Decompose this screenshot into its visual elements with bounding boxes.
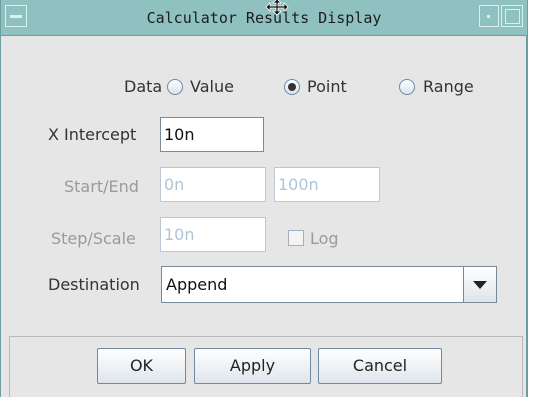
radio-value[interactable] [167,79,183,95]
end-input[interactable]: 100n [274,167,380,202]
move-cursor-icon [265,0,289,16]
radio-range-label[interactable]: Range [423,77,474,96]
data-label: Data [124,77,163,96]
step-input[interactable]: 10n [160,217,266,252]
title-bar[interactable]: Calculator Results Display [1,0,527,36]
cancel-button[interactable]: Cancel [318,348,442,384]
destination-select[interactable]: Append [161,266,497,303]
step-scale-label: Step/Scale [51,229,136,248]
radio-point[interactable] [284,79,300,95]
log-checkbox[interactable] [288,230,304,246]
radio-value-label[interactable]: Value [190,77,234,96]
x-intercept-label: X Intercept [48,125,137,144]
destination-selected-value: Append [166,275,228,294]
destination-label: Destination [48,275,140,294]
dialog-window: Calculator Results Display Data Value Po… [0,0,528,397]
radio-point-label[interactable]: Point [307,77,347,96]
ok-button[interactable]: OK [97,348,186,384]
log-label: Log [310,229,339,248]
window-title: Calculator Results Display [146,9,382,27]
start-end-label: Start/End [64,177,139,196]
maximize-icon[interactable] [501,5,523,27]
minimize-icon[interactable] [479,5,499,27]
radio-range[interactable] [399,79,415,95]
chevron-down-icon[interactable] [463,267,496,302]
x-intercept-input[interactable]: 10n [160,117,264,152]
start-input[interactable]: 0n [160,167,266,202]
apply-button[interactable]: Apply [194,348,311,384]
